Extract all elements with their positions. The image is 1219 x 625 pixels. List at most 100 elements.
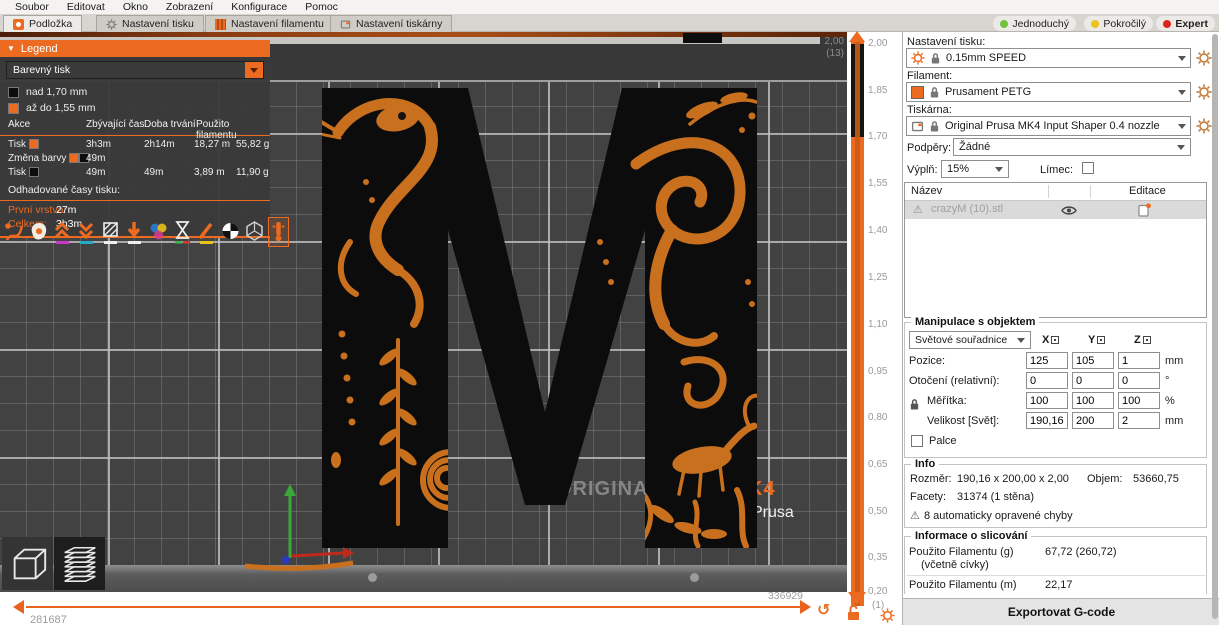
menu-soubor[interactable]: Soubor xyxy=(6,1,58,13)
object-list: Název Editace ⚠ crazyM (10).stl xyxy=(904,182,1207,318)
filament-used-m-label: Použito Filamentu (m) xyxy=(909,579,1017,591)
prusaslicer-window: Soubor Editovat Okno Zobrazení Konfigura… xyxy=(0,0,1219,625)
color-changes-icon[interactable] xyxy=(148,217,169,247)
chevron-down-icon xyxy=(1178,89,1186,95)
rotation-z-input[interactable] xyxy=(1118,372,1160,389)
uniform-scale-lock-icon[interactable] xyxy=(909,398,920,411)
dropdown-arrow-icon[interactable] xyxy=(245,62,263,78)
slider-settings-gear-icon[interactable] xyxy=(880,608,895,623)
infill-label: Výplň: xyxy=(907,164,938,176)
print-settings-gear-button[interactable] xyxy=(1196,50,1212,66)
position-y-input[interactable] xyxy=(1072,352,1114,369)
sidebar: Nastavení tisku: 0.15mm SPEED Filament: … xyxy=(902,32,1219,625)
layer-tick: 1,25 xyxy=(868,272,888,283)
layer-tick: 2,00 xyxy=(868,38,888,49)
axis-icon[interactable] xyxy=(1051,336,1060,344)
move-slider-track[interactable] xyxy=(26,606,802,608)
scale-y-input[interactable] xyxy=(1072,392,1114,409)
warning-icon: ⚠ xyxy=(913,204,923,216)
view-layers-button[interactable] xyxy=(54,537,105,590)
size-info-value: 190,16 x 200,00 x 2,00 xyxy=(957,473,1069,485)
brim-checkbox[interactable] xyxy=(1082,162,1094,174)
printer-combo[interactable]: Original Prusa MK4 Input Shaper 0.4 nozz… xyxy=(906,116,1191,136)
rotation-x-input[interactable] xyxy=(1026,372,1068,389)
filament-gear-button[interactable] xyxy=(1196,84,1212,100)
custom-gcode-icon[interactable] xyxy=(196,217,217,247)
filament-used-g-label: Použito Filamentu (g) xyxy=(909,546,1014,558)
menu-pomoc[interactable]: Pomoc xyxy=(296,1,347,13)
eye-icon[interactable] xyxy=(1061,205,1077,216)
estimated-time-icon[interactable] xyxy=(172,217,193,247)
tab-nastaveni-tiskarny[interactable]: Nastavení tiskárny xyxy=(330,15,453,32)
unlock-icon[interactable] xyxy=(846,604,861,621)
menu-editovat[interactable]: Editovat xyxy=(58,1,114,13)
inches-label: Palce xyxy=(929,435,957,447)
pattern-icon[interactable] xyxy=(100,217,121,247)
printer-gear-button[interactable] xyxy=(1196,118,1212,134)
position-x-input[interactable] xyxy=(1026,352,1068,369)
filament-color-swatch xyxy=(911,85,924,99)
view-mode-dropdown[interactable]: Barevný tisk xyxy=(6,61,264,79)
mode-pokrocily[interactable]: Pokročilý xyxy=(1084,16,1153,31)
legend-colors-icon[interactable] xyxy=(220,217,241,247)
sidebar-scrollbar[interactable] xyxy=(1212,34,1218,619)
mode-dot-red xyxy=(1163,19,1172,28)
lock-icon xyxy=(930,52,941,65)
lower-layers-icon[interactable] xyxy=(76,217,97,247)
rotation-y-input[interactable] xyxy=(1072,372,1114,389)
menu-zobrazeni[interactable]: Zobrazení xyxy=(157,1,222,13)
export-gcode-button[interactable]: Exportovat G-code xyxy=(903,598,1219,625)
menu-bar: Soubor Editovat Okno Zobrazení Konfigura… xyxy=(0,0,1219,14)
object-row[interactable]: ⚠ crazyM (10).stl xyxy=(905,201,1206,219)
filament-used-g-value: 67,72 (260,72) xyxy=(1045,546,1117,558)
scale-z-input[interactable] xyxy=(1118,392,1160,409)
size-y-input[interactable] xyxy=(1072,412,1114,429)
3d-viewport[interactable]: ORIGINA K4 Prusa ▼ Legend Barevný tisk n… xyxy=(0,32,847,592)
tab-podlozka[interactable]: Podložka xyxy=(3,15,83,32)
move-slider-right-arrow[interactable] xyxy=(800,600,811,614)
volume-label: Objem: xyxy=(1087,473,1123,485)
revert-icon[interactable]: ↺ xyxy=(817,603,830,619)
raise-layers-icon[interactable] xyxy=(52,217,73,247)
travel-path-icon[interactable] xyxy=(4,217,25,247)
layer-tick: 0,65 xyxy=(868,459,888,470)
infill-select[interactable]: 15% xyxy=(941,160,1009,178)
size-x-input[interactable] xyxy=(1026,412,1068,429)
perimeters-icon[interactable] xyxy=(28,217,49,247)
seams-icon[interactable] xyxy=(268,217,289,247)
volume-value: 53660,75 xyxy=(1133,473,1179,485)
print-settings-combo[interactable]: 0.15mm SPEED xyxy=(906,48,1191,68)
wireframe-icon[interactable] xyxy=(244,217,265,247)
filament-used-g-sub: (včetně cívky) xyxy=(921,559,989,571)
size-z-input[interactable] xyxy=(1118,412,1160,429)
move-slider-left-value: 281687 xyxy=(30,614,67,625)
axis-icon[interactable] xyxy=(1097,336,1106,344)
color-swatch xyxy=(28,167,39,177)
axis-icon[interactable] xyxy=(1142,336,1151,344)
infill-icon[interactable] xyxy=(124,217,145,247)
inches-checkbox[interactable] xyxy=(911,435,923,447)
edit-icon[interactable] xyxy=(1138,203,1151,217)
move-slider-left-arrow[interactable] xyxy=(13,600,24,614)
supports-select[interactable]: Žádné xyxy=(953,138,1191,156)
tab-nastaveni-filamentu[interactable]: Nastavení filamentu xyxy=(205,15,334,32)
legend-range-below: až do 1,55 mm xyxy=(0,100,270,116)
plater-icon xyxy=(13,18,24,30)
axis-y-header: Y xyxy=(1088,334,1106,346)
move-slider-right-value: 336929 xyxy=(767,590,803,602)
coordinate-system-select[interactable]: Světové souřadnice xyxy=(909,331,1031,349)
slicing-info-group: Informace o slicování Použito Filamentu … xyxy=(904,530,1207,594)
legend-header[interactable]: ▼ Legend xyxy=(0,40,270,57)
mode-expert[interactable]: Expert xyxy=(1156,16,1215,31)
mode-jednoduchy[interactable]: Jednoduchý xyxy=(993,16,1076,31)
menu-okno[interactable]: Okno xyxy=(114,1,157,13)
filament-combo[interactable]: Prusament PETG xyxy=(906,82,1191,102)
layer-tick: 0,80 xyxy=(868,412,888,423)
layer-slider-upper-thumb[interactable] xyxy=(849,31,865,42)
scale-x-input[interactable] xyxy=(1026,392,1068,409)
position-z-input[interactable] xyxy=(1118,352,1160,369)
menu-konfigurace[interactable]: Konfigurace xyxy=(222,1,296,13)
view-3d-button[interactable] xyxy=(2,537,53,590)
printer-label: Tiskárna: xyxy=(907,104,952,116)
tab-nastaveni-tisku[interactable]: Nastavení tisku xyxy=(96,15,204,32)
